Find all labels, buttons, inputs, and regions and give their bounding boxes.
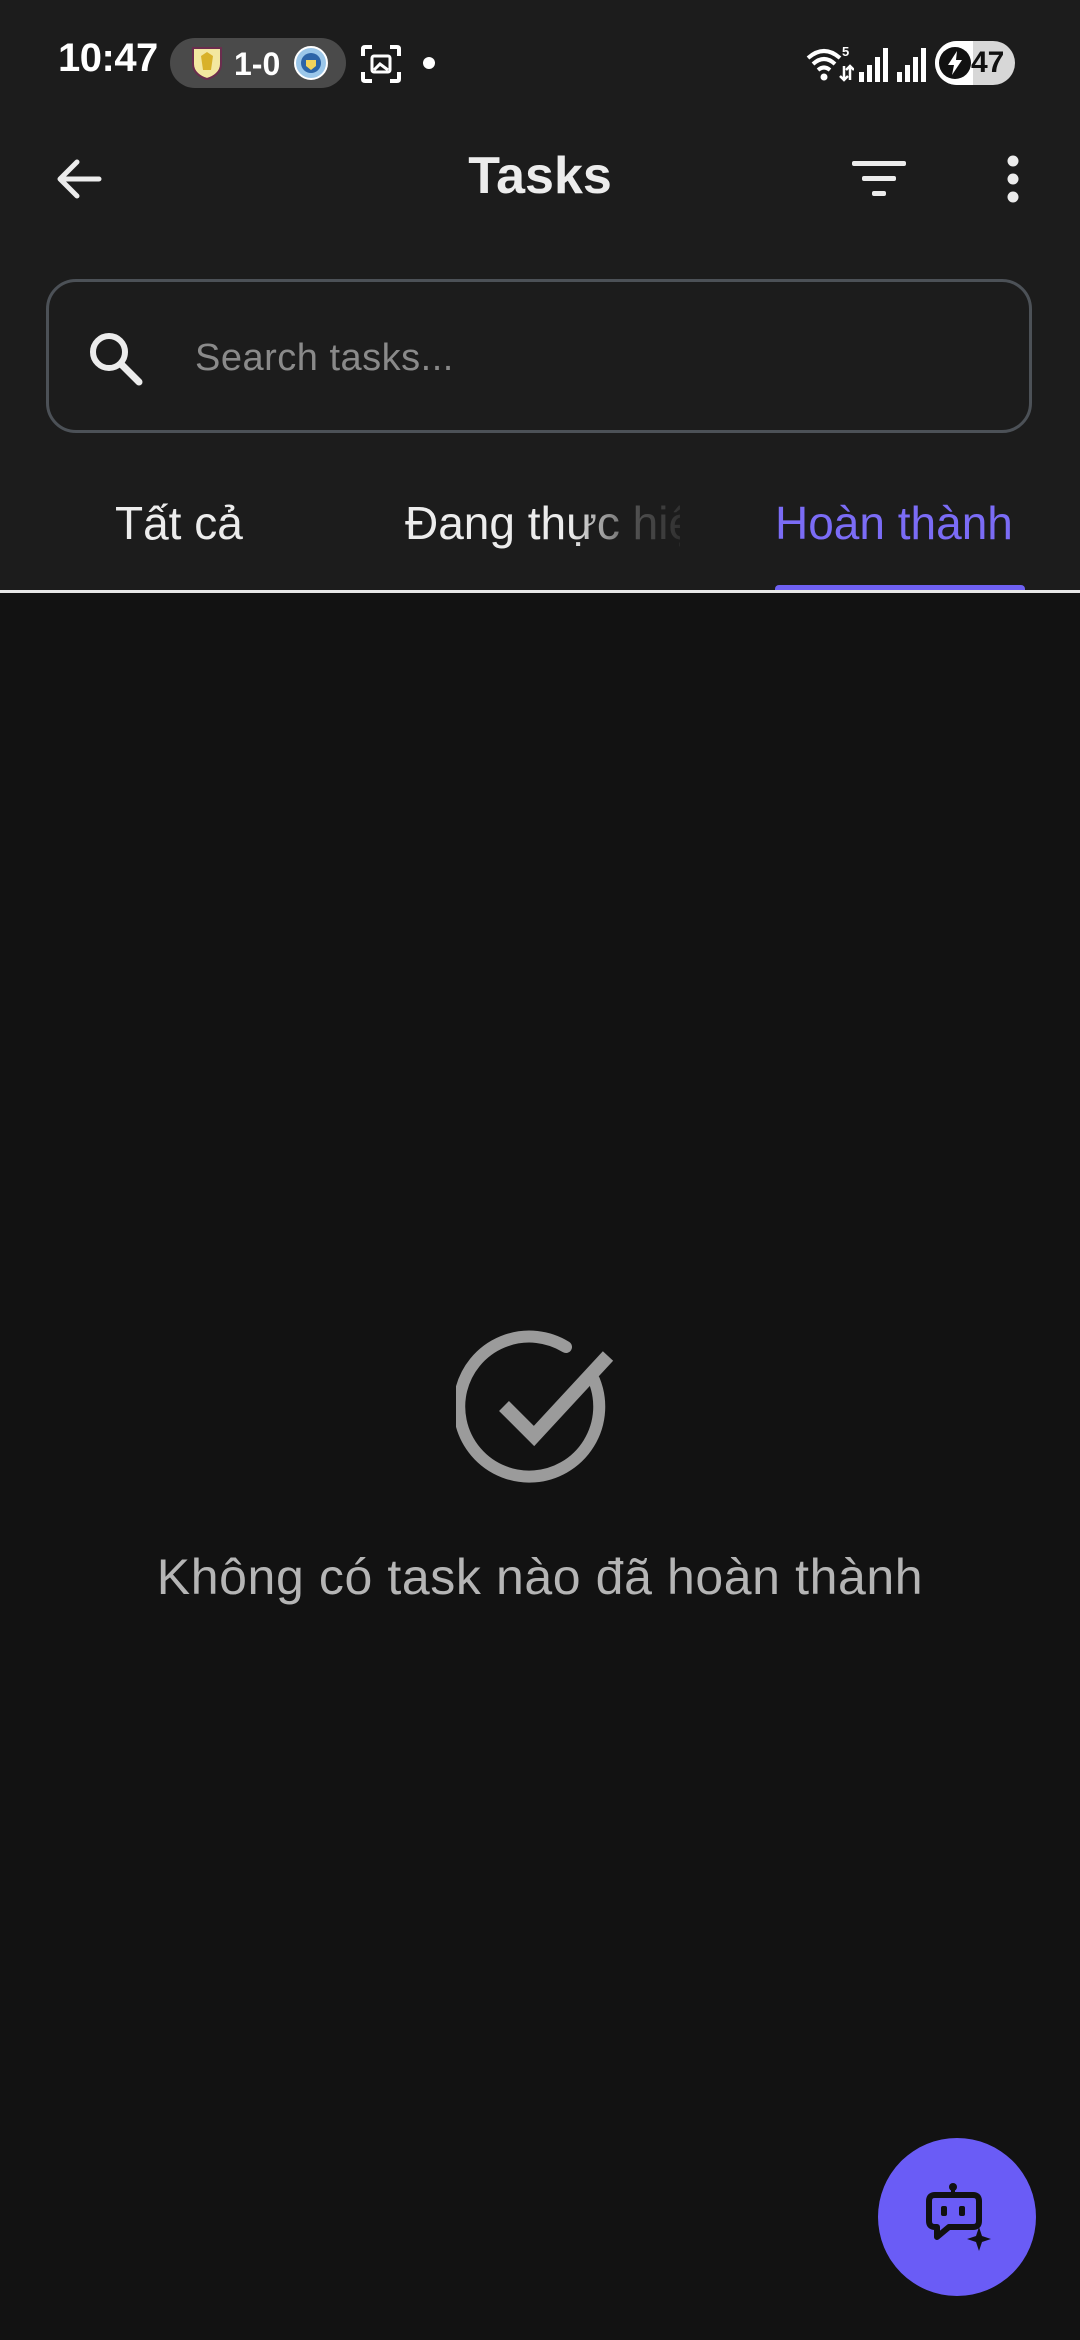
search-box[interactable] bbox=[46, 279, 1032, 433]
status-time: 10:47 bbox=[58, 36, 158, 80]
ai-assistant-fab[interactable] bbox=[878, 2138, 1036, 2296]
svg-text:5: 5 bbox=[842, 44, 849, 59]
signal-icon bbox=[859, 48, 888, 82]
live-score-pill[interactable]: 1-0 bbox=[170, 38, 346, 88]
search-icon bbox=[90, 333, 143, 386]
more-vertical-icon bbox=[1007, 155, 1019, 203]
wifi-icon: 5 bbox=[806, 44, 854, 82]
search-input[interactable] bbox=[193, 312, 997, 404]
tab-in-progress[interactable]: Đang thực hiện bbox=[380, 470, 680, 592]
header-area: 10:47 1-0 5 47 Tasks Search tasks... Tất… bbox=[0, 0, 1080, 593]
aston-villa-crest-icon bbox=[192, 47, 222, 80]
battery-indicator: 47 bbox=[935, 41, 1015, 85]
tabs-divider bbox=[0, 590, 1080, 593]
signal-icon bbox=[897, 48, 926, 82]
filter-icon bbox=[852, 161, 906, 196]
charging-bolt-icon bbox=[939, 47, 971, 79]
page-title: Tasks bbox=[468, 147, 612, 205]
filter-button[interactable] bbox=[840, 140, 918, 218]
more-options-button[interactable] bbox=[974, 140, 1052, 218]
tab-all[interactable]: Tất cả bbox=[60, 470, 360, 592]
tab-completed[interactable]: Hoàn thành bbox=[760, 470, 1080, 592]
tab-completed-label: Hoàn thành bbox=[775, 497, 1013, 549]
empty-state-message: Không có task nào đã hoàn thành bbox=[156, 1549, 924, 1605]
task-tabs: Tất cả Đang thực hiện Hoàn thành bbox=[0, 470, 1080, 592]
notification-dot-icon bbox=[423, 57, 435, 69]
man-city-crest-icon bbox=[294, 46, 328, 80]
status-bar: 10:47 1-0 5 47 bbox=[0, 0, 1080, 126]
match-score: 1-0 bbox=[234, 46, 281, 82]
ai-chat-bot-icon bbox=[926, 2183, 991, 2251]
check-circle-icon bbox=[456, 1330, 614, 1483]
screenshot-icon bbox=[361, 45, 401, 83]
battery-percentage: 47 bbox=[971, 46, 1005, 79]
tasks-screen: 10:47 1-0 5 47 Tasks Search tasks... Tất… bbox=[0, 0, 1080, 2340]
tab-overflow-fade bbox=[570, 470, 680, 592]
tab-all-label: Tất cả bbox=[115, 497, 243, 549]
